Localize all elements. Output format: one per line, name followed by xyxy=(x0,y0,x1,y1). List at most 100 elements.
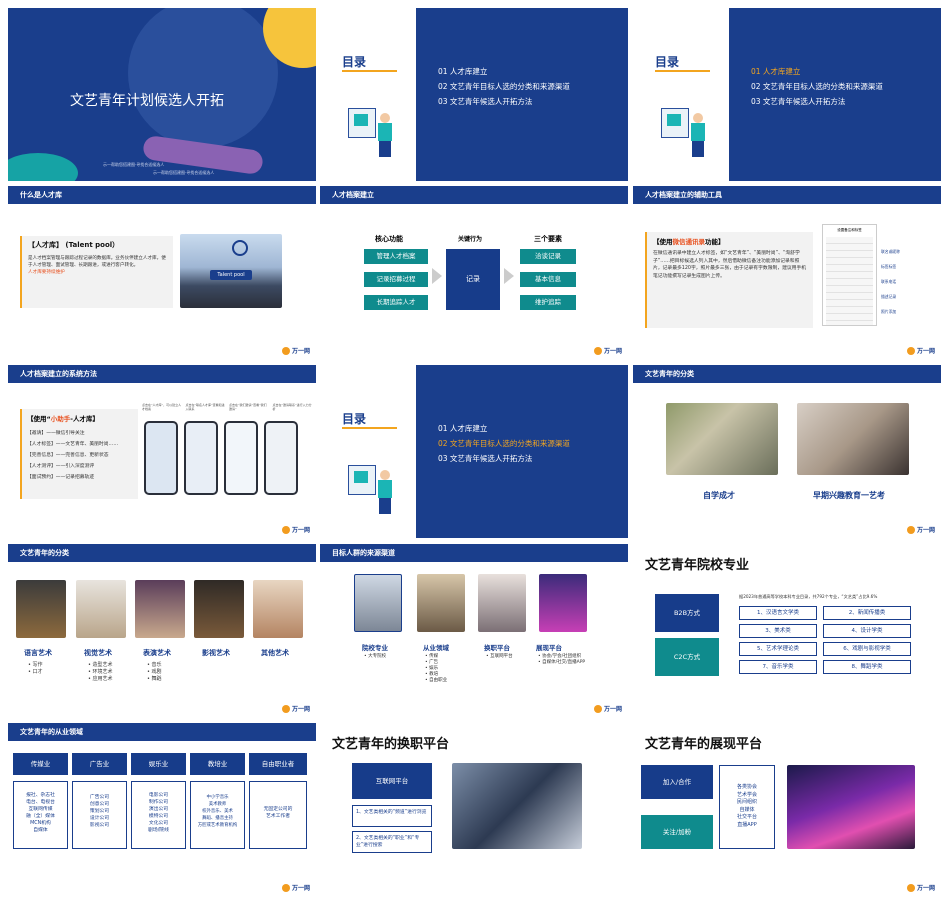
cat-film: 影视艺术 xyxy=(202,649,230,657)
slide-title: 文艺青年院校专业 xyxy=(645,558,750,573)
slide-toc-2[interactable]: 目录 01 人才库建立 02 文艺青年目标人选的分类和来源渠道 03 文艺青年候… xyxy=(633,8,941,181)
industry-ent[interactable]: 娱乐业 xyxy=(131,753,186,775)
toc-label: 目录 xyxy=(342,55,367,69)
wechat-card: 【使用微信通讯录功能】 在微信通讯录中建立人才标签，如“文艺青年”、“美丽时尚”… xyxy=(645,232,813,328)
phone-mockup-4 xyxy=(264,421,298,495)
toc-item-2[interactable]: 02 文艺青年目标人选的分类和来源渠道 xyxy=(438,79,570,94)
slide-classification-2[interactable]: 文艺青年的分类 语言艺术 视觉艺术 表演艺术 影视艺术 其他艺术 • 写作 • 口… xyxy=(8,544,316,717)
cover-title: 文艺青年计划候选人开拓 xyxy=(70,93,224,109)
phone-mockup-2 xyxy=(184,421,218,495)
src-job-items: • 互联网平台 xyxy=(486,654,513,659)
showcase-list: 各类协会 艺术学会 民间组织 自媒体 社交平台 直播APP xyxy=(719,765,775,849)
slide-header: 文艺青年的从业领域 xyxy=(8,723,316,741)
arrow-right-icon xyxy=(432,268,442,284)
film-art-photo xyxy=(194,580,244,638)
element-item-1[interactable]: 洽谈记录 xyxy=(520,249,576,264)
toc-item-3[interactable]: 03 文艺青年候选人开拓方法 xyxy=(751,94,883,109)
industry-edu[interactable]: 教培业 xyxy=(190,753,245,775)
industry-ads[interactable]: 广告业 xyxy=(72,753,127,775)
definition-body: 是人才档案管理与跟踪过程记录的数据库。业务伙伴建立人才库，便于人才管理、面试管理… xyxy=(28,256,166,268)
self-taught-label: 自学成才 xyxy=(703,491,735,500)
cat-performing: 表演艺术 xyxy=(143,649,171,657)
cat-other: 其他艺术 xyxy=(261,649,289,657)
other-art-photo xyxy=(253,580,303,638)
toc-item-2[interactable]: 02 文艺青年目标人选的分类和来源渠道 xyxy=(751,79,883,94)
col-elements-title: 三个要素 xyxy=(534,235,562,243)
industry-freelance[interactable]: 自由职业者 xyxy=(249,753,307,775)
phone-title: 设置备注和标签 xyxy=(837,228,862,232)
element-item-2[interactable]: 基本信息 xyxy=(520,272,576,287)
brand-logo: 万一网 xyxy=(281,346,310,355)
brand-logo: 万一网 xyxy=(906,883,935,892)
slide-industries[interactable]: 文艺青年的从业领域 传媒业 广告业 娱乐业 教培业 自由职业者 报社、杂志社 电台… xyxy=(8,723,316,896)
toc-item-3[interactable]: 03 文艺青年候选人开拓方法 xyxy=(438,94,570,109)
core-item-2[interactable]: 记录招募过程 xyxy=(364,272,428,287)
follow-box[interactable]: 关注/加粉 xyxy=(641,815,713,849)
slide-classification-1[interactable]: 文艺青年的分类 自学成才 早期兴趣教育一艺考 万一网 xyxy=(633,365,941,538)
wechat-card-body: 在微信通讯录中建立人才标签，如“文艺青年”、“美丽时尚”、“淘舒学子”……把目标… xyxy=(653,251,807,279)
slide-header: 人才档案建立的系统方法 xyxy=(8,365,316,383)
majors-note: 据2023年普通高等学校本科专业目录，共792个专业，“文艺类”占比9.6% xyxy=(739,594,878,599)
src-showcase-items: • 协会/学会/社团组织 • 自媒体/社交/直播APP xyxy=(538,654,586,665)
slide-cover[interactable]: 文艺青年计划候选人开拓 示一帮助您搭建图·寻找合适候选人 示一帮助您搭建图·寻找… xyxy=(8,8,316,181)
core-item-1[interactable]: 管理人才档案 xyxy=(364,249,428,264)
src-college: 院校专业 xyxy=(362,644,388,652)
magnifier-icon xyxy=(232,240,248,256)
major-3[interactable]: 3、美术类 xyxy=(739,624,817,638)
cover-sub2: 示一帮助您搭建图·寻找合适候选人 xyxy=(153,170,215,175)
join-box[interactable]: 加入/合作 xyxy=(641,765,713,799)
wechat-card-title: 【使用微信通讯录功能】 xyxy=(653,238,725,246)
slide-showcase-platform[interactable]: 文艺青年的展现平台 加入/合作 关注/加粉 各类协会 艺术学会 民间组织 自媒体 社交平… xyxy=(633,723,941,896)
brand-logo: 万一网 xyxy=(906,346,935,355)
phone-captions: 点击在“人才库”，可以建立人才档案 点击在“联名人才库”查看和进入联系 点击在“我们… xyxy=(142,403,312,411)
major-2[interactable]: 2、新闻传播类 xyxy=(823,606,911,620)
brand-logo: 万一网 xyxy=(593,704,622,713)
industry-media[interactable]: 传媒业 xyxy=(13,753,68,775)
slide-system-method[interactable]: 人才档案建立的系统方法 【使用“小助手-人才库】 【邀请】——微信引导关注 【人才… xyxy=(8,365,316,538)
toc-item-1[interactable]: 01 人才库建立 xyxy=(438,64,570,79)
major-1[interactable]: 1、汉语言文学类 xyxy=(739,606,817,620)
showcase-photo xyxy=(539,574,587,632)
industry-photo xyxy=(417,574,465,632)
action-box[interactable]: 记录 xyxy=(446,249,500,310)
toc-item-2[interactable]: 02 文艺青年目标人选的分类和来源渠道 xyxy=(438,436,570,451)
slide-title: 文艺青年的展现平台 xyxy=(645,737,763,752)
presenter-illustration xyxy=(348,465,398,517)
toc-item-1[interactable]: 01 人才库建立 xyxy=(438,421,570,436)
slide-toc-3[interactable]: 目录 01 人才库建立 02 文艺青年目标人选的分类和来源渠道 03 文艺青年候… xyxy=(320,365,628,538)
job-platform-photo xyxy=(478,574,526,632)
slide-talent-pool[interactable]: 什么是人才库 【人才库】 (Talent pool） 是人才档案管理与跟踪过程记… xyxy=(8,186,316,359)
phone-screenshot: 设置备注和标签 xyxy=(822,224,877,326)
major-7[interactable]: 7、音乐学类 xyxy=(739,660,817,674)
slide-archive-build[interactable]: 人才档案建立 核心功能 关键行为 三个要素 管理人才档案 记录招募过程 长期追踪… xyxy=(320,186,628,359)
internet-platform-box[interactable]: 互联网平台 xyxy=(352,763,432,799)
slide-toc-1[interactable]: 目录 01 人才库建立 02 文艺青年目标人选的分类和来源渠道 03 文艺青年候… xyxy=(320,8,628,181)
major-4[interactable]: 4、设计学类 xyxy=(823,624,911,638)
major-6[interactable]: 6、戏剧与影视学类 xyxy=(823,642,911,656)
toc-item-3[interactable]: 03 文艺青年候选人开拓方法 xyxy=(438,451,570,466)
element-item-3[interactable]: 维护追踪 xyxy=(520,295,576,310)
c2c-box[interactable]: C2C方式 xyxy=(655,638,719,676)
presenter-illustration xyxy=(661,108,711,160)
slide-wechat-tool[interactable]: 人才档案建立的辅助工具 【使用微信通讯录功能】 在微信通讯录中建立人才标签，如“… xyxy=(633,186,941,359)
handshake-photo xyxy=(452,763,582,849)
cat-visual-items: • 造型艺术 • 环境艺术 • 应用艺术 xyxy=(88,662,113,682)
slide-source-channels[interactable]: 目标人群的来源渠道 院校专业 从业领域 换职平台 展现平台 • 大专院校 • 传… xyxy=(320,544,628,717)
assistant-card-title: 【使用“小助手-人才库】 xyxy=(27,415,99,423)
major-8[interactable]: 8、舞蹈学类 xyxy=(823,660,911,674)
major-5[interactable]: 5、艺术学理论类 xyxy=(739,642,817,656)
cat-language-items: • 写作 • 口才 xyxy=(28,662,43,675)
toc-item-1[interactable]: 01 人才库建立 xyxy=(751,64,883,79)
phone-mockup-1 xyxy=(144,421,178,495)
definition-title: 【人才库】 (Talent pool） xyxy=(28,241,120,249)
slide-college-majors[interactable]: 文艺青年院校专业 B2B方式 C2C方式 据2023年普通高等学校本科专业目录，… xyxy=(633,544,941,717)
slide-job-platform[interactable]: 文艺青年的换职平台 互联网平台 1、文艺类相关的“频道”进行浏览 2、文艺类相关… xyxy=(320,723,628,896)
assistant-card: 【使用“小助手-人才库】 【邀请】——微信引导关注 【人才标签】——文艺青年、美丽… xyxy=(20,409,138,499)
performing-art-photo xyxy=(135,580,185,638)
core-item-3[interactable]: 长期追踪人才 xyxy=(364,295,428,310)
src-industry: 从业领域 xyxy=(423,644,449,652)
toc-list: 01 人才库建立 02 文艺青年目标人选的分类和来源渠道 03 文艺青年候选人开… xyxy=(438,421,570,466)
slide-header: 文艺青年的分类 xyxy=(8,544,316,562)
b2b-box[interactable]: B2B方式 xyxy=(655,594,719,632)
toc-underline xyxy=(342,70,397,72)
